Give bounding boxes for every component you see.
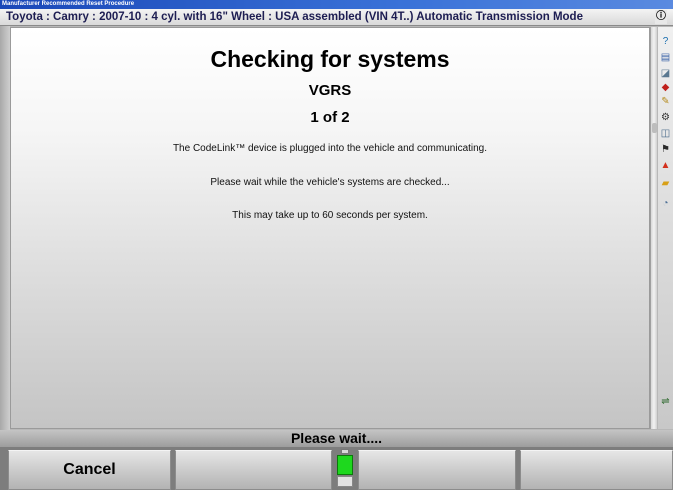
- gauge-icon[interactable]: ◔: [659, 197, 672, 210]
- busy-indicator-fill: [337, 455, 353, 475]
- status-bar: Please wait....: [0, 430, 673, 447]
- vehicle-lift-icon[interactable]: ▤: [659, 51, 672, 64]
- left-border: [0, 26, 10, 430]
- main-panel: Checking for systems VGRS 1 of 2 The Cod…: [10, 27, 650, 429]
- page-icon[interactable]: ⚙: [659, 111, 672, 124]
- lift-icon[interactable]: ▲: [659, 159, 672, 172]
- busy-indicator: [336, 449, 354, 487]
- softkey-3[interactable]: [358, 450, 516, 490]
- right-toolbar: ? ▤ ◪ ◆ ✎ ⚙ ◫ ⚑ ▲ ▰ ◔ ⇌: [658, 27, 673, 429]
- settings-icon[interactable]: ◫: [659, 127, 672, 140]
- vehicle-description: Toyota : Camry : 2007-10 : 4 cyl. with 1…: [6, 11, 583, 23]
- page-title: Checking for systems: [210, 46, 450, 72]
- printer-icon[interactable]: ▰: [659, 177, 672, 190]
- softkey-2[interactable]: [175, 450, 332, 490]
- scrollbar[interactable]: [650, 27, 657, 429]
- softkey-4[interactable]: [520, 450, 673, 490]
- tool-icon[interactable]: ◪: [659, 67, 672, 80]
- help-icon[interactable]: ?: [659, 35, 672, 48]
- flag-icon[interactable]: ⚑: [659, 143, 672, 156]
- message-wait: Please wait while the vehicle's systems …: [210, 177, 450, 188]
- busy-indicator-base: [337, 476, 353, 487]
- window-title: Manufacturer Recommended Reset Procedure: [0, 0, 673, 9]
- vehicle-header: Toyota : Camry : 2007-10 : 4 cyl. with 1…: [0, 9, 673, 26]
- wrench-icon[interactable]: ◆: [659, 81, 672, 94]
- scroll-thumb[interactable]: [652, 123, 657, 133]
- busy-indicator-cap: [341, 449, 349, 454]
- system-counter: 1 of 2: [310, 109, 350, 126]
- link-icon[interactable]: ⇌: [659, 395, 672, 408]
- message-duration: This may take up to 60 seconds per syste…: [232, 210, 428, 221]
- system-name: VGRS: [308, 82, 352, 99]
- cancel-button[interactable]: Cancel: [8, 450, 171, 490]
- message-connected: The CodeLink™ device is plugged into the…: [172, 143, 488, 154]
- checklist-icon[interactable]: ✎: [659, 95, 672, 108]
- info-icon[interactable]: ⓘ: [655, 10, 667, 24]
